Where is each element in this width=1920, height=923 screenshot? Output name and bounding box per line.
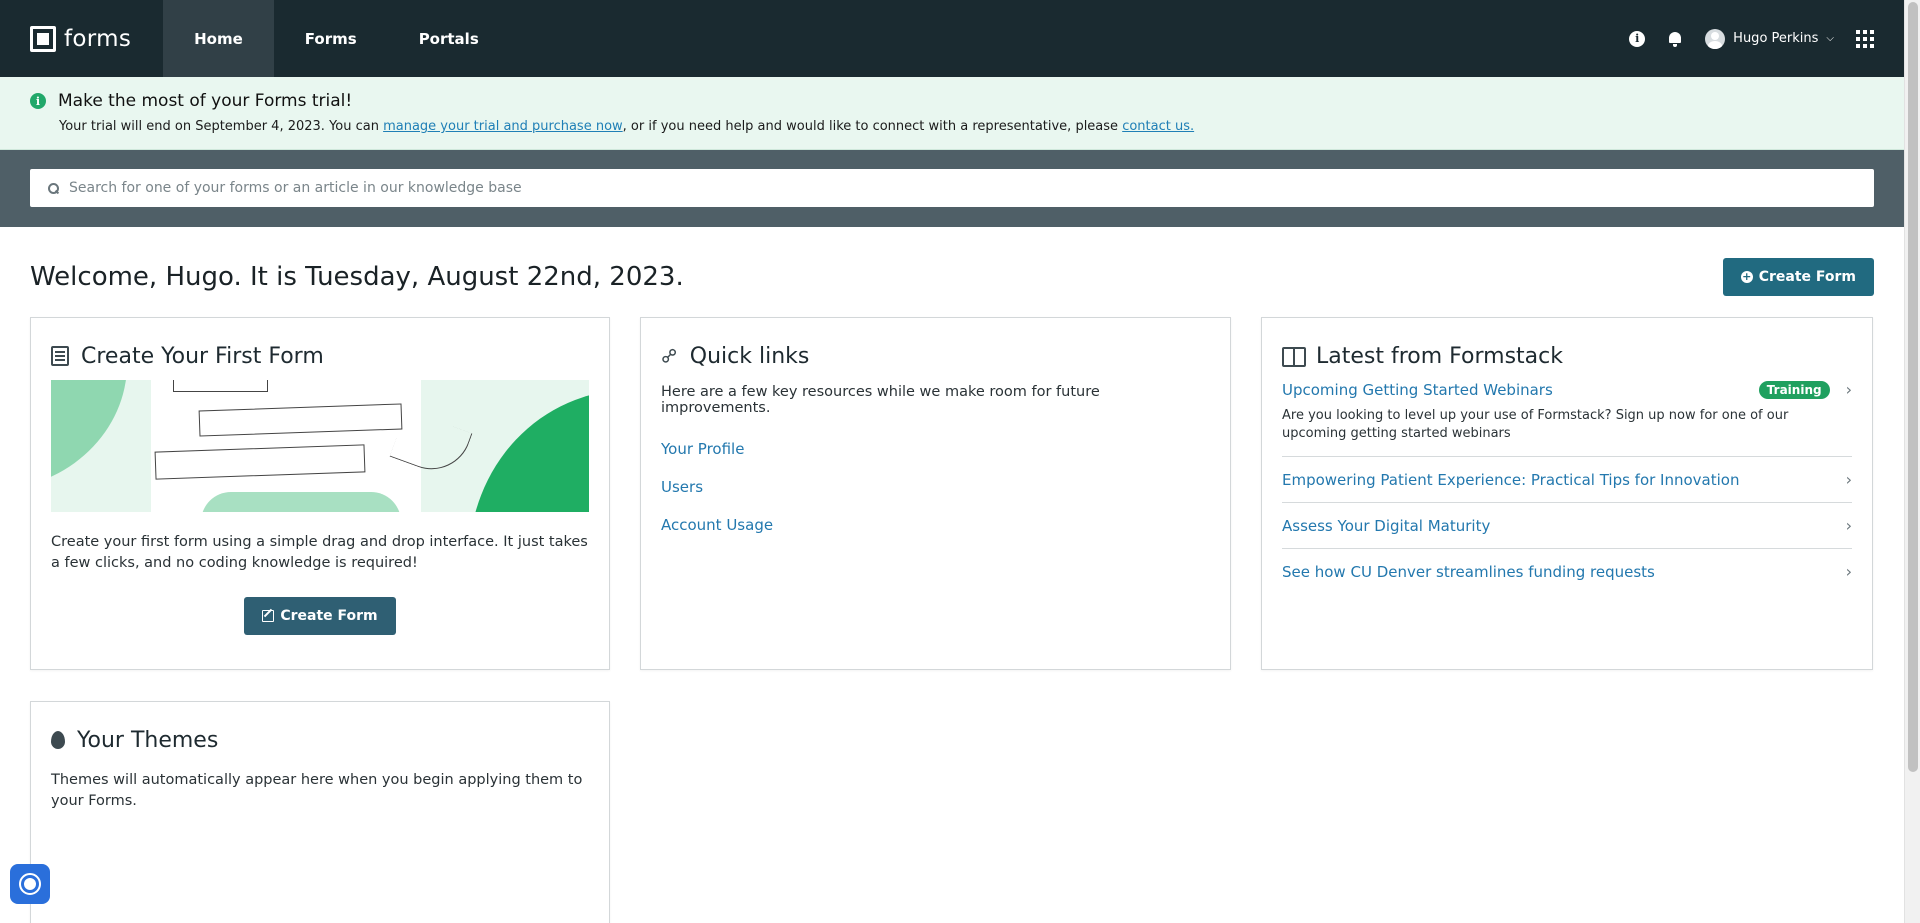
news-item[interactable]: Assess Your Digital Maturity › — [1282, 503, 1852, 549]
news-item[interactable]: Upcoming Getting Started Webinars Traini… — [1282, 374, 1852, 457]
create-form-card-button-label: Create Form — [280, 608, 378, 624]
page-scrollbar[interactable] — [1904, 0, 1920, 923]
your-themes-card: Your Themes Themes will automatically ap… — [30, 701, 610, 923]
document-icon — [51, 346, 69, 366]
account-usage-link[interactable]: Account Usage — [661, 516, 1210, 534]
chevron-down-icon: ⌵ — [1826, 33, 1834, 44]
search-box[interactable] — [30, 169, 1874, 207]
tab-portals-label: Portals — [418, 29, 479, 48]
card-title: Your Themes — [77, 727, 219, 753]
logo-icon — [30, 25, 56, 52]
banner-text: Your trial will end on September 4, 2023… — [59, 119, 1874, 134]
banner-text-before: Your trial will end on September 4, 2023… — [59, 119, 384, 134]
banner-title: Make the most of your Forms trial! — [58, 91, 353, 111]
tab-home[interactable]: Home — [163, 0, 274, 77]
page-title: Welcome, Hugo. It is Tuesday, August 22n… — [30, 262, 684, 292]
news-title: See how CU Denver streamlines funding re… — [1282, 562, 1655, 581]
form-builder-illustration — [51, 380, 589, 512]
card-title: Quick links — [689, 343, 810, 369]
card-header: Your Themes — [31, 702, 609, 758]
create-form-card-button[interactable]: Create Form — [244, 597, 396, 635]
news-title-row: Assess Your Digital Maturity › — [1282, 516, 1852, 535]
logo-text: forms — [64, 25, 132, 52]
banner-info-glyph: i — [35, 94, 41, 108]
tab-forms[interactable]: Forms — [274, 0, 388, 77]
info-glyph: i — [1635, 32, 1640, 45]
button-row: Create Form — [51, 574, 589, 635]
edit-icon — [262, 610, 275, 622]
tab-forms-label: Forms — [304, 29, 357, 48]
scrollbar-thumb[interactable] — [1908, 2, 1918, 772]
search-band — [0, 150, 1904, 227]
card-body: Upcoming Getting Started Webinars Traini… — [1262, 374, 1872, 594]
book-icon — [1282, 347, 1306, 367]
card-body: Themes will automatically appear here wh… — [31, 770, 609, 812]
training-badge: Training — [1758, 380, 1830, 399]
forms-logo[interactable]: forms — [30, 0, 131, 77]
users-link[interactable]: Users — [661, 478, 1210, 496]
illustration-field — [173, 380, 268, 392]
quick-links-card: ⚯ Quick links Here are a few key resourc… — [640, 317, 1231, 670]
card-body: Create your first form using a simple dr… — [31, 380, 609, 635]
news-item[interactable]: Empowering Patient Experience: Practical… — [1282, 457, 1852, 503]
info-icon[interactable]: i — [1629, 30, 1646, 47]
apps-grid-icon[interactable] — [1856, 29, 1874, 48]
plus-circle-icon: + — [1740, 270, 1753, 283]
create-first-form-card: Create Your First Form Create your first… — [30, 317, 610, 670]
themes-description: Themes will automatically appear here wh… — [51, 772, 583, 809]
avatar — [1705, 28, 1726, 49]
user-menu[interactable]: Hugo Perkins ⌵ — [1705, 28, 1834, 49]
illustration-shape — [201, 492, 401, 512]
illustration-shape — [51, 380, 155, 485]
news-title-row: See how CU Denver streamlines funding re… — [1282, 562, 1852, 581]
first-form-description: Create your first form using a simple dr… — [51, 534, 588, 571]
card-header: Latest from Formstack — [1262, 318, 1872, 374]
chevron-right-icon: › — [1845, 516, 1852, 535]
tab-portals[interactable]: Portals — [388, 0, 510, 77]
droplet-icon — [51, 731, 65, 749]
news-description: Are you looking to level up your use of … — [1282, 408, 1789, 441]
search-input[interactable] — [69, 180, 1769, 196]
chevron-right-icon: › — [1845, 470, 1852, 489]
tab-home-label: Home — [194, 29, 243, 48]
contact-us-link[interactable]: contact us. — [1122, 119, 1194, 134]
main-content: Welcome, Hugo. It is Tuesday, August 22n… — [0, 227, 1904, 327]
create-form-button-label: Create Form — [1758, 269, 1856, 285]
card-title: Create Your First Form — [81, 343, 324, 369]
your-profile-link[interactable]: Your Profile — [661, 440, 1210, 458]
trial-banner: i Make the most of your Forms trial! You… — [0, 77, 1904, 150]
manage-trial-link[interactable]: manage your trial and purchase now — [383, 119, 623, 134]
welcome-row: Welcome, Hugo. It is Tuesday, August 22n… — [30, 227, 1874, 327]
news-title: Upcoming Getting Started Webinars — [1282, 380, 1553, 399]
chevron-right-icon: › — [1845, 380, 1852, 399]
bell-icon[interactable] — [1667, 31, 1683, 47]
card-title: Latest from Formstack — [1316, 343, 1563, 369]
illustration-shape — [469, 390, 589, 512]
news-title-row: Empowering Patient Experience: Practical… — [1282, 470, 1852, 489]
accessibility-widget-button[interactable] — [10, 864, 50, 904]
banner-text-middle: , or if you need help and would like to … — [622, 119, 1123, 134]
accessibility-icon — [19, 873, 41, 895]
latest-from-formstack-card: Latest from Formstack Upcoming Getting S… — [1261, 317, 1873, 670]
news-item[interactable]: See how CU Denver streamlines funding re… — [1282, 549, 1852, 594]
card-header: ⚯ Quick links — [641, 318, 1230, 374]
news-title-row: Upcoming Getting Started Webinars Traini… — [1282, 380, 1852, 399]
news-title: Assess Your Digital Maturity — [1282, 516, 1491, 535]
quick-links-description: Here are a few key resources while we ma… — [661, 384, 1100, 416]
top-nav: forms Home Forms Portals i Hugo Perkins … — [0, 0, 1904, 77]
card-body: Here are a few key resources while we ma… — [641, 384, 1230, 534]
search-icon — [48, 182, 59, 194]
info-circle-icon: i — [30, 93, 46, 109]
card-header: Create Your First Form — [31, 318, 609, 374]
banner-title-row: i Make the most of your Forms trial! — [30, 91, 1874, 111]
link-icon: ⚯ — [654, 341, 684, 371]
user-name: Hugo Perkins — [1733, 31, 1819, 46]
app-viewport: forms Home Forms Portals i Hugo Perkins … — [0, 0, 1904, 923]
chevron-right-icon: › — [1845, 562, 1852, 581]
news-title: Empowering Patient Experience: Practical… — [1282, 470, 1740, 489]
nav-right-group: i Hugo Perkins ⌵ — [1629, 0, 1904, 77]
create-form-button[interactable]: + Create Form — [1722, 258, 1874, 296]
